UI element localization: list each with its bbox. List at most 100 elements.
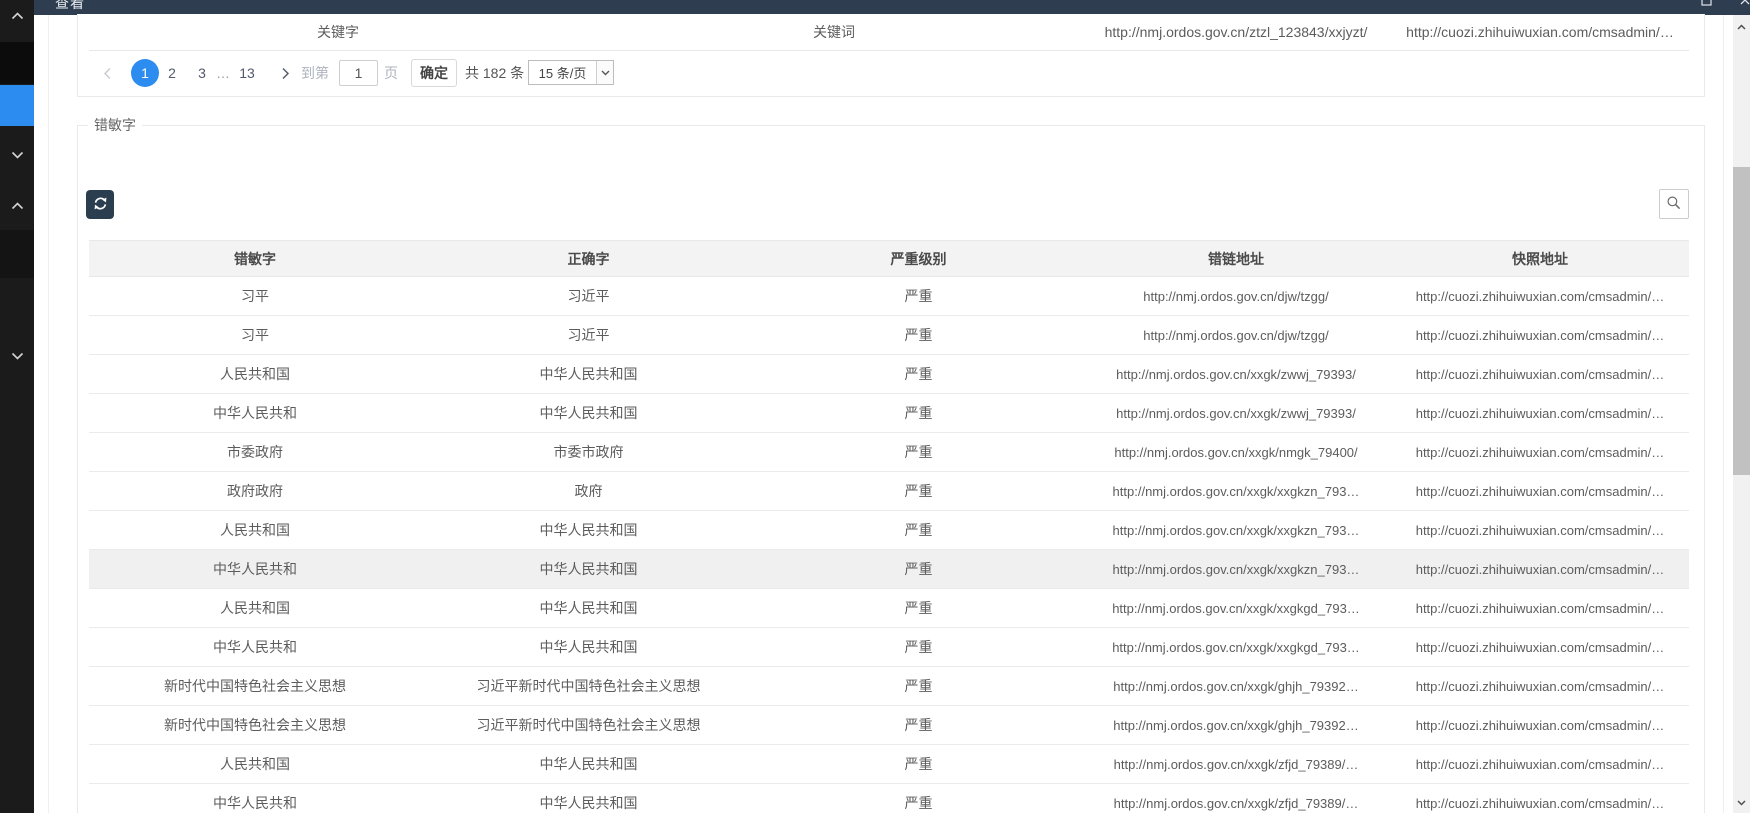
page-unit-label: 页 xyxy=(384,58,398,88)
table-row[interactable]: 市委政府 市委市政府 严重 http://nmj.ordos.gov.cn/xx… xyxy=(89,433,1689,472)
table-row[interactable]: 人民共和国 中华人民共和国 严重 http://nmj.ordos.gov.cn… xyxy=(89,589,1689,628)
wrong-word-cell: 中华人民共和 xyxy=(89,394,421,433)
scroll-up-icon[interactable] xyxy=(1733,18,1750,35)
error-link-cell: http://nmj.ordos.gov.cn/xxgk/xxgkzn_793… xyxy=(1081,550,1391,589)
confirm-button[interactable]: 确定 xyxy=(411,59,457,87)
sidebar-item-mid[interactable] xyxy=(0,230,34,278)
table-row[interactable]: 中华人民共和 中华人民共和国 严重 http://nmj.ordos.gov.c… xyxy=(89,628,1689,667)
next-page-button[interactable] xyxy=(275,58,295,88)
table-row[interactable]: 中华人民共和 中华人民共和国 严重 http://nmj.ordos.gov.c… xyxy=(89,394,1689,433)
severity-cell: 严重 xyxy=(756,667,1081,706)
page-size-value: 15 条/页 xyxy=(529,63,596,82)
wrong-word-cell: 新时代中国特色社会主义思想 xyxy=(89,667,421,706)
error-link-cell: http://nmj.ordos.gov.cn/djw/tzgg/ xyxy=(1081,316,1391,355)
error-link-cell: http://nmj.ordos.gov.cn/xxgk/nmgk_79400/ xyxy=(1081,433,1391,472)
prev-page-button[interactable] xyxy=(97,58,117,88)
correct-word-cell: 中华人民共和国 xyxy=(421,589,756,628)
table-row[interactable]: 习平 习近平 严重 http://nmj.ordos.gov.cn/djw/tz… xyxy=(89,277,1689,316)
correct-word-cell: 中华人民共和国 xyxy=(421,394,756,433)
error-link-cell: http://nmj.ordos.gov.cn/xxgk/zfjd_79389/… xyxy=(1081,784,1391,813)
snapshot-link-cell: http://cuozi.zhihuiwuxian.com/cmsadmin/… xyxy=(1391,706,1689,745)
table-row[interactable]: 政府政府 政府 严重 http://nmj.ordos.gov.cn/xxgk/… xyxy=(89,472,1689,511)
col-header: 正确字 xyxy=(421,241,756,277)
sidebar xyxy=(0,0,34,813)
error-link-cell: http://nmj.ordos.gov.cn/xxgk/ghjh_79392… xyxy=(1081,667,1391,706)
snapshot-link-cell: http://cuozi.zhihuiwuxian.com/cmsadmin/… xyxy=(1391,316,1689,355)
error-link-cell: http://nmj.ordos.gov.cn/xxgk/xxgkgd_793… xyxy=(1081,628,1391,667)
sidebar-item-active[interactable] xyxy=(0,85,34,126)
snapshot-link-cell: http://cuozi.zhihuiwuxian.com/cmsadmin/… xyxy=(1391,433,1689,472)
severity-cell: 严重 xyxy=(756,550,1081,589)
caret-down-icon xyxy=(596,61,613,84)
severity-cell: 严重 xyxy=(756,472,1081,511)
correct-word-cell: 中华人民共和国 xyxy=(421,628,756,667)
table-row[interactable]: 关键字 关键词 http://nmj.ordos.gov.cn/ztzl_123… xyxy=(89,14,1689,51)
cuozi-table: 错敏字 正确字 严重级别 错链地址 快照地址 习平 习近平 严重 http://… xyxy=(89,240,1689,813)
error-link-cell: http://nmj.ordos.gov.cn/xxgk/xxgkzn_793… xyxy=(1081,511,1391,550)
col-header: 快照地址 xyxy=(1391,241,1689,277)
correct-word-cell: 中华人民共和国 xyxy=(421,745,756,784)
severity-cell: 严重 xyxy=(756,589,1081,628)
sidebar-item-dark[interactable] xyxy=(0,42,34,84)
total-count-label: 共 182 条 xyxy=(465,58,524,88)
error-link-cell: http://nmj.ordos.gov.cn/xxgk/zwwj_79393/ xyxy=(1081,355,1391,394)
table-row[interactable]: 中华人民共和 中华人民共和国 严重 http://nmj.ordos.gov.c… xyxy=(89,550,1689,589)
wrong-word-cell: 习平 xyxy=(89,316,421,355)
correct-word-cell: 政府 xyxy=(421,472,756,511)
severity-cell: 严重 xyxy=(756,394,1081,433)
section-legend: 错敏字 xyxy=(88,115,142,135)
keyword-cell: 关键字 xyxy=(89,14,587,50)
correct-word-cell: 习近平新时代中国特色社会主义思想 xyxy=(421,706,756,745)
goto-page-label: 到第 xyxy=(301,58,329,88)
severity-cell: 严重 xyxy=(756,511,1081,550)
table-row[interactable]: 人民共和国 中华人民共和国 严重 http://nmj.ordos.gov.cn… xyxy=(89,745,1689,784)
table-row[interactable]: 新时代中国特色社会主义思想 习近平新时代中国特色社会主义思想 严重 http:/… xyxy=(89,706,1689,745)
scrollbar-thumb[interactable] xyxy=(1733,167,1750,475)
col-header: 错链地址 xyxy=(1081,241,1391,277)
correct-word-cell: 习近平新时代中国特色社会主义思想 xyxy=(421,667,756,706)
goto-page-input[interactable] xyxy=(339,60,378,86)
chevron-down-icon[interactable] xyxy=(0,145,34,165)
wrong-word-cell: 人民共和国 xyxy=(89,511,421,550)
snapshot-link-cell: http://cuozi.zhihuiwuxian.com/cmsadmin/… xyxy=(1391,745,1689,784)
severity-cell: 严重 xyxy=(756,316,1081,355)
severity-cell: 严重 xyxy=(756,433,1081,472)
scroll-down-icon[interactable] xyxy=(1733,794,1750,811)
table-header-row: 错敏字 正确字 严重级别 错链地址 快照地址 xyxy=(89,241,1689,277)
snapshot-link-cell: http://cuozi.zhihuiwuxian.com/cmsadmin/… xyxy=(1391,784,1689,813)
chevron-up-icon[interactable] xyxy=(0,196,34,216)
correct-word-cell: 中华人民共和国 xyxy=(421,550,756,589)
table-row[interactable]: 人民共和国 中华人民共和国 严重 http://nmj.ordos.gov.cn… xyxy=(89,511,1689,550)
page-button[interactable]: 2 xyxy=(163,58,181,88)
col-header: 严重级别 xyxy=(756,241,1081,277)
page-button-active[interactable]: 1 xyxy=(131,59,159,87)
page-button[interactable]: 13 xyxy=(235,58,259,88)
close-icon[interactable] xyxy=(1738,0,1750,9)
correct-word-cell: 习近平 xyxy=(421,277,756,316)
error-link-cell: http://nmj.ordos.gov.cn/djw/tzgg/ xyxy=(1081,277,1391,316)
table-row[interactable]: 中华人民共和 中华人民共和国 严重 http://nmj.ordos.gov.c… xyxy=(89,784,1689,813)
refresh-button[interactable] xyxy=(86,190,114,219)
page-button[interactable]: 3 xyxy=(193,58,211,88)
main-content: 关键字 关键词 http://nmj.ordos.gov.cn/ztzl_123… xyxy=(34,15,1733,813)
correct-word-cell: 习近平 xyxy=(421,316,756,355)
wrong-word-cell: 政府政府 xyxy=(89,472,421,511)
restore-window-icon[interactable] xyxy=(1700,0,1714,9)
refresh-icon xyxy=(93,196,108,214)
chevron-down-icon[interactable] xyxy=(0,346,34,366)
error-link-cell: http://nmj.ordos.gov.cn/xxgk/ghjh_79392… xyxy=(1081,706,1391,745)
error-link-cell: http://nmj.ordos.gov.cn/ztzl_123843/xxjy… xyxy=(1081,14,1391,50)
vertical-scrollbar[interactable] xyxy=(1733,15,1750,813)
chevron-up-icon[interactable] xyxy=(0,6,34,26)
severity-cell: 严重 xyxy=(756,784,1081,813)
col-header: 错敏字 xyxy=(89,241,421,277)
page-size-select[interactable]: 15 条/页 xyxy=(528,60,614,85)
table-row[interactable]: 人民共和国 中华人民共和国 严重 http://nmj.ordos.gov.cn… xyxy=(89,355,1689,394)
severity-cell: 严重 xyxy=(756,355,1081,394)
severity-cell: 严重 xyxy=(756,628,1081,667)
snapshot-link-cell: http://cuozi.zhihuiwuxian.com/cmsadmin/… xyxy=(1391,394,1689,433)
correct-word-cell: 中华人民共和国 xyxy=(421,511,756,550)
table-row[interactable]: 新时代中国特色社会主义思想 习近平新时代中国特色社会主义思想 严重 http:/… xyxy=(89,667,1689,706)
search-button[interactable] xyxy=(1659,189,1689,219)
table-row[interactable]: 习平 习近平 严重 http://nmj.ordos.gov.cn/djw/tz… xyxy=(89,316,1689,355)
